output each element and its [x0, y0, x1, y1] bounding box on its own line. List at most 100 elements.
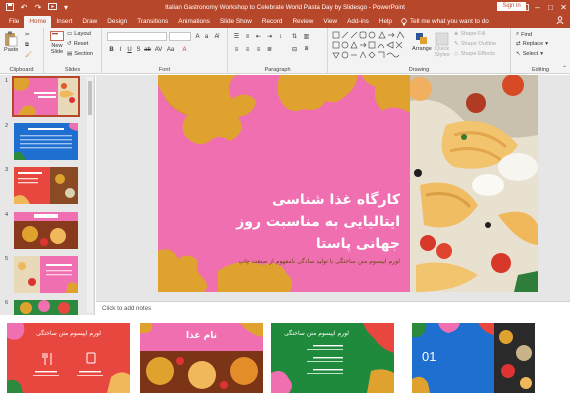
tab-draw[interactable]: Draw — [77, 16, 102, 28]
decrease-font-icon[interactable]: a — [202, 32, 211, 41]
paste-button[interactable]: Paste — [4, 31, 18, 53]
tab-help[interactable]: Help — [374, 16, 397, 28]
increase-indent-icon[interactable]: ⇥ — [265, 32, 274, 41]
tab-file[interactable]: File — [4, 16, 24, 28]
slide-thumb-4[interactable] — [14, 212, 78, 249]
shapes-gallery[interactable] — [332, 31, 408, 61]
tab-record[interactable]: Record — [257, 16, 288, 28]
minimize-icon[interactable]: – — [531, 0, 544, 14]
start-from-beginning-icon[interactable] — [46, 2, 58, 13]
character-spacing-icon[interactable]: AV — [154, 45, 163, 54]
strikethrough-icon[interactable]: ab — [143, 45, 152, 54]
justify-icon[interactable]: ≣ — [265, 45, 274, 54]
bullets-icon[interactable]: ☰ — [232, 32, 241, 41]
preview-slide-green[interactable]: لورم ایپسوم متن ساختگی — [271, 323, 394, 393]
tab-animations[interactable]: Animations — [173, 16, 215, 28]
slide-title[interactable]: کارگاه غذا شناسی ایتالیایی به مناسبت روز… — [218, 189, 400, 255]
shape-outline-label: Shape Outline — [460, 41, 497, 47]
replace-button[interactable]: ⇄ Replace ▾ — [516, 41, 548, 47]
slide-thumb-3[interactable] — [14, 167, 78, 204]
smartart-icon[interactable]: ⧈ — [302, 45, 311, 54]
align-left-icon[interactable]: ≡ — [232, 45, 241, 54]
shape-effects-button[interactable]: ◇ Shape Effects — [454, 51, 495, 57]
thumbnail-scrollbar[interactable] — [87, 77, 93, 313]
change-case-icon[interactable]: Aa — [166, 45, 175, 54]
italic-icon[interactable]: I — [116, 45, 125, 54]
maximize-icon[interactable]: □ — [544, 0, 557, 14]
select-button[interactable]: ↖ Select ▾ — [516, 51, 543, 57]
replace-label: Replace — [522, 41, 544, 47]
preview-number: 01 — [422, 349, 437, 364]
preview-slide-pink[interactable]: نام غذا — [140, 323, 263, 393]
new-slide-button[interactable]: New Slide — [47, 31, 67, 55]
line-spacing-icon[interactable]: ↕ — [276, 32, 285, 41]
clear-formatting-icon[interactable]: A̸ — [212, 32, 221, 41]
window-controls: – □ ✕ — [518, 0, 570, 14]
numbering-icon[interactable]: ≡ — [243, 32, 252, 41]
align-text-icon[interactable]: ⊟ — [290, 45, 299, 54]
slide-thumb-1[interactable] — [12, 76, 80, 117]
shape-fill-button[interactable]: ◈ Shape Fill — [454, 31, 485, 37]
collapse-ribbon-icon[interactable]: ⌃ — [562, 65, 567, 72]
slide-subtitle[interactable]: لورم ایپسوم متن ساختگی با تولید سادگی نا… — [238, 258, 400, 265]
quick-access-toolbar: ↶ ↷ ▾ — [0, 2, 190, 13]
search-icon: ⌕ — [516, 31, 520, 37]
cut-icon[interactable]: ✂ — [25, 32, 30, 38]
align-right-icon[interactable]: ≡ — [254, 45, 263, 54]
increase-font-icon[interactable]: A — [193, 32, 202, 41]
thumb-number: 3 — [5, 167, 9, 173]
reset-icon: ↺ — [67, 41, 72, 47]
section-button[interactable]: ▤ Section — [67, 51, 93, 57]
preview-title: نام غذا — [186, 331, 217, 341]
tab-slide-show[interactable]: Slide Show — [215, 16, 257, 28]
chevron-down-icon: ▾ — [540, 51, 544, 57]
tell-me-search[interactable]: Tell me what you want to do — [401, 16, 489, 28]
redo-icon[interactable]: ↷ — [32, 2, 44, 13]
text-direction-icon[interactable]: ⇅ — [290, 32, 299, 41]
font-color-icon[interactable]: A — [180, 45, 189, 54]
slide-thumb-6[interactable] — [14, 300, 78, 315]
font-size-combo[interactable] — [169, 32, 191, 41]
reset-button[interactable]: ↺ Reset — [67, 41, 88, 47]
share-button[interactable] — [556, 16, 564, 26]
undo-icon[interactable]: ↶ — [18, 2, 30, 13]
quick-styles-button[interactable]: Quick Styles — [432, 32, 452, 58]
tab-add-ins[interactable]: Add-ins — [342, 16, 374, 28]
tab-home[interactable]: Home — [24, 16, 52, 28]
clipboard-group-label: Clipboard — [9, 67, 34, 73]
bold-icon[interactable]: B — [107, 45, 116, 54]
layout-icon: ▭ — [67, 31, 73, 37]
copy-icon[interactable]: ⧉ — [25, 42, 29, 49]
slide-preview-strip: لورم ایپسوم متن ساختگی نام غذا لورم ایپس… — [0, 315, 570, 407]
preview-slide-red[interactable]: لورم ایپسوم متن ساختگی — [7, 323, 130, 393]
layout-button[interactable]: ▭ Layout — [67, 31, 91, 37]
tab-transitions[interactable]: Transitions — [132, 16, 173, 28]
scrollbar-thumb[interactable] — [88, 81, 92, 115]
arrange-label: Arrange — [412, 46, 432, 52]
tab-design[interactable]: Design — [102, 16, 132, 28]
tab-insert[interactable]: Insert — [51, 16, 77, 28]
current-slide[interactable]: کارگاه غذا شناسی ایتالیایی به مناسبت روز… — [158, 75, 538, 292]
save-icon[interactable] — [4, 2, 16, 13]
customize-toolbar-icon[interactable]: ▾ — [60, 2, 72, 13]
slides-group-label: Slides — [64, 67, 81, 73]
format-painter-icon[interactable]: 🖌 — [25, 52, 32, 58]
center-icon[interactable]: ≡ — [243, 45, 252, 54]
notes-pane[interactable]: Click to add notes — [96, 301, 570, 315]
ribbon-display-options-icon[interactable] — [518, 0, 531, 14]
close-icon[interactable]: ✕ — [557, 0, 570, 14]
tab-view[interactable]: View — [318, 16, 342, 28]
columns-icon[interactable]: ▥ — [302, 32, 311, 41]
decrease-indent-icon[interactable]: ⇤ — [254, 32, 263, 41]
find-button[interactable]: ⌕ Find — [516, 31, 532, 38]
font-name-combo[interactable] — [107, 32, 167, 41]
preview-slide-blue[interactable]: 01 — [412, 323, 535, 393]
slide-thumb-5[interactable] — [14, 256, 78, 293]
arrange-button[interactable]: Arrange — [412, 32, 432, 52]
drawing-group-label: Drawing — [408, 67, 430, 73]
shadow-icon[interactable]: S — [134, 45, 143, 54]
tab-review[interactable]: Review — [287, 16, 318, 28]
shape-outline-button[interactable]: ✎ Shape Outline — [454, 41, 496, 47]
slide-thumb-2[interactable] — [14, 123, 78, 160]
underline-icon[interactable]: U — [125, 45, 134, 54]
